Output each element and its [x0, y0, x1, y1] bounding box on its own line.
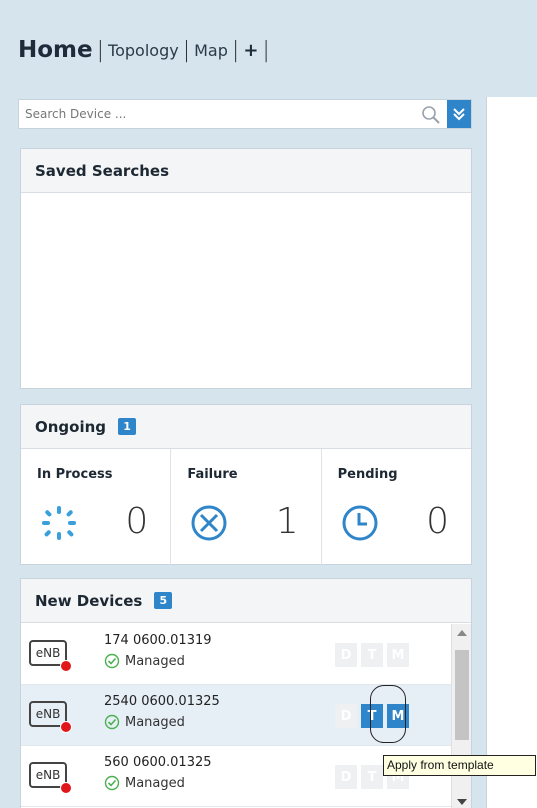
main-content-area — [486, 97, 537, 808]
device-type-label: eNB — [35, 646, 61, 660]
enb-device-icon: eNB — [29, 762, 72, 794]
check-circle-icon — [104, 775, 120, 791]
alarm-dot-icon — [60, 660, 72, 672]
double-chevron-down-icon — [453, 108, 465, 121]
device-status-label: Managed — [125, 775, 185, 791]
device-status-label: Managed — [125, 653, 185, 669]
nav-separator: | — [231, 37, 240, 63]
new-devices-header: New Devices 5 — [21, 579, 471, 623]
nav-add-tab-button[interactable]: + — [243, 40, 258, 61]
device-name: 560 0600.01325 — [104, 755, 212, 770]
nav-topology[interactable]: Topology — [108, 41, 179, 60]
ongoing-header: Ongoing 1 — [21, 405, 471, 449]
saved-searches-panel: Saved Searches — [20, 148, 472, 389]
hover-highlight-ring — [370, 685, 406, 743]
device-status: Managed — [104, 653, 185, 669]
alarm-dot-icon — [60, 721, 72, 733]
device-type-label: eNB — [35, 768, 61, 782]
in-process-label: In Process — [37, 467, 113, 482]
ongoing-pending[interactable]: Pending 0 — [322, 449, 471, 565]
pending-label: Pending — [337, 467, 398, 482]
clock-icon — [342, 505, 378, 541]
ongoing-panel: Ongoing 1 In Process 0 Failure 1 Pending… — [20, 404, 472, 565]
device-type-label: eNB — [35, 707, 61, 721]
template-button[interactable]: T — [361, 643, 383, 667]
nav-separator: | — [96, 37, 105, 63]
search-icon[interactable] — [421, 105, 441, 125]
manage-button[interactable]: M — [387, 643, 409, 667]
ongoing-title: Ongoing — [35, 417, 107, 436]
saved-searches-header: Saved Searches — [21, 149, 471, 193]
ongoing-failure[interactable]: Failure 1 — [171, 449, 322, 565]
device-actions: D T M — [335, 643, 413, 667]
device-list-scrollbar[interactable] — [451, 624, 471, 808]
check-circle-icon — [104, 653, 120, 669]
failure-count: 1 — [275, 501, 299, 542]
ongoing-count-badge: 1 — [118, 418, 137, 435]
in-process-count: 0 — [125, 501, 149, 542]
nav-separator: | — [262, 37, 270, 63]
device-search — [18, 99, 472, 129]
tooltip: Apply from template — [383, 755, 536, 776]
scroll-thumb[interactable] — [455, 650, 469, 740]
device-status-label: Managed — [125, 714, 185, 730]
new-devices-title: New Devices — [35, 591, 143, 610]
device-name: 174 0600.01319 — [104, 633, 212, 648]
device-status: Managed — [104, 714, 185, 730]
check-circle-icon — [104, 714, 120, 730]
device-name: 2540 0600.01325 — [104, 694, 220, 709]
failure-label: Failure — [187, 467, 238, 482]
template-button[interactable]: T — [361, 765, 383, 789]
discover-button[interactable]: D — [335, 643, 357, 667]
discover-button[interactable]: D — [335, 765, 357, 789]
search-options-dropdown-button[interactable] — [447, 100, 471, 128]
scroll-down-arrow-icon[interactable] — [457, 799, 467, 805]
discover-button[interactable]: D — [335, 704, 357, 728]
failure-x-circle-icon — [191, 505, 227, 541]
saved-searches-title: Saved Searches — [35, 161, 170, 180]
alarm-dot-icon — [60, 782, 72, 794]
nav-separator: | — [182, 37, 191, 63]
pending-count: 0 — [426, 501, 449, 542]
enb-device-icon: eNB — [29, 701, 72, 733]
search-input[interactable] — [19, 100, 429, 128]
nav-home[interactable]: Home — [18, 37, 93, 63]
scroll-up-arrow-icon[interactable] — [457, 630, 467, 636]
new-devices-count-badge: 5 — [154, 592, 173, 609]
top-nav: Home | Topology | Map | + | — [18, 30, 274, 70]
device-row[interactable]: eNB 174 0600.01319 Managed D T M — [21, 624, 451, 685]
enb-device-icon: eNB — [29, 640, 72, 672]
nav-map[interactable]: Map — [194, 41, 228, 60]
ongoing-in-process[interactable]: In Process 0 — [21, 449, 172, 565]
spinner-icon — [42, 506, 76, 540]
device-status: Managed — [104, 775, 185, 791]
